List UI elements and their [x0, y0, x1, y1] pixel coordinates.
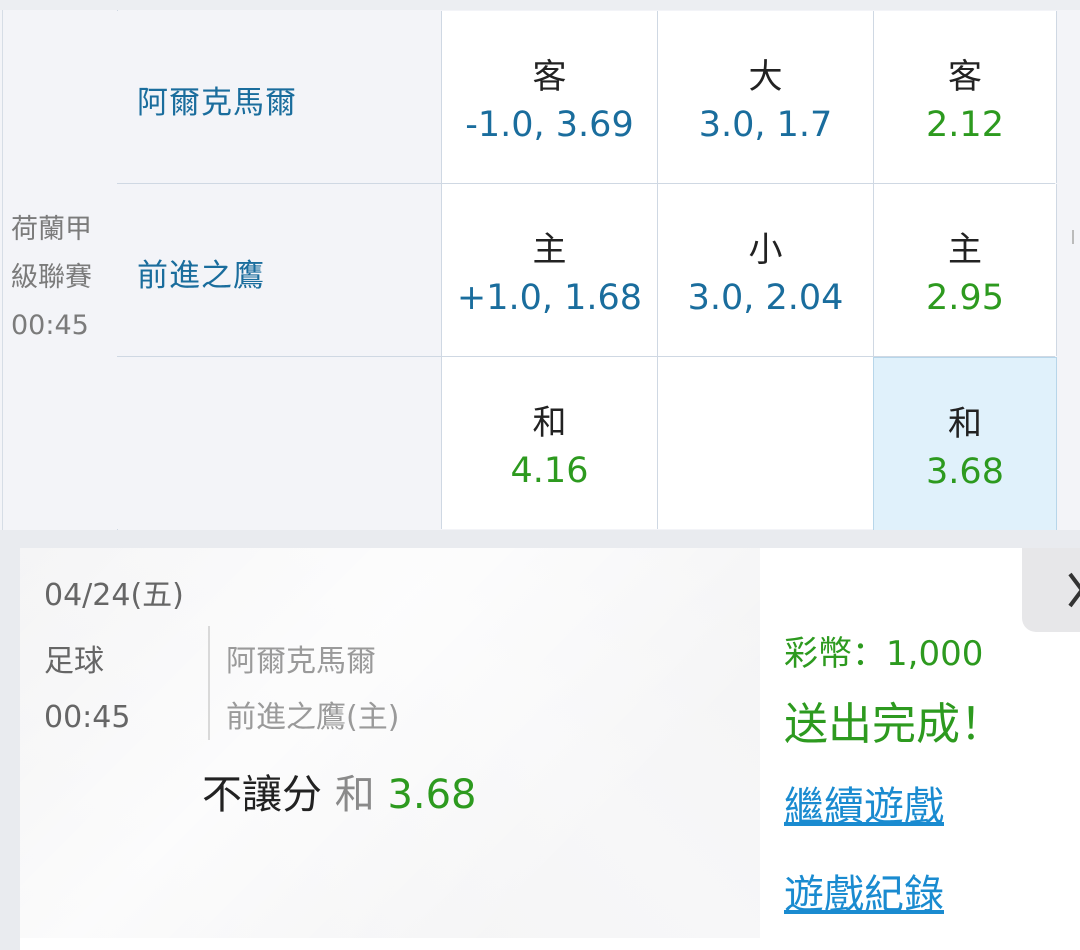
ticket-tear-edge: [20, 938, 760, 950]
cell-label: 和: [948, 404, 982, 444]
cell-odds: 2.12: [926, 105, 1004, 145]
bet-pick: 和: [334, 772, 375, 818]
game-history-link[interactable]: 遊戲紀錄: [784, 862, 944, 920]
draw-handicap-cell[interactable]: 和 4.16: [441, 357, 657, 529]
cell-label: 主: [948, 230, 982, 270]
clipped-column-edge: [1072, 230, 1080, 244]
cell-odds: 3.68: [926, 452, 1004, 492]
cell-odds: -1.0, 3.69: [465, 105, 634, 145]
league-info: 荷蘭甲 級聯賽 00:45: [11, 206, 92, 350]
league-column: 荷蘭甲 級聯賽 00:45: [2, 10, 118, 530]
away-moneyline-cell[interactable]: 客 2.12: [873, 11, 1057, 183]
home-team-name: 前進之鷹: [137, 258, 265, 294]
submit-success-message: 送出完成！: [784, 699, 1004, 750]
cell-odds: +1.0, 1.68: [456, 278, 643, 318]
bet-ticket: 04/24(五) 足球 00:45 阿爾克馬爾 前進之鷹(主) 不讓分 和 3.…: [20, 548, 1080, 950]
ticket-details: 04/24(五) 足球 00:45 阿爾克馬爾 前進之鷹(主) 不讓分 和 3.…: [20, 548, 760, 950]
home-handicap-cell[interactable]: 主 +1.0, 1.68: [441, 184, 657, 356]
ticket-bet-summary: 不讓分 和 3.68: [202, 762, 477, 820]
coin-amount: 彩幣：1,000: [784, 634, 984, 674]
continue-game-link[interactable]: 繼續遊戲: [784, 774, 944, 832]
ticket-sport: 足球: [44, 644, 104, 679]
table-top-border: [0, 0, 1080, 10]
cell-label: 客: [948, 57, 982, 97]
close-button[interactable]: [1022, 548, 1080, 632]
cell-label: 小: [748, 230, 783, 270]
cell-odds: 3.0, 2.04: [687, 278, 844, 318]
cell-label: 主: [532, 230, 567, 270]
cell-odds: 3.0, 1.7: [698, 105, 833, 145]
draw-moneyline-cell-selected[interactable]: 和 3.68: [873, 357, 1057, 531]
ticket-team-away: 阿爾克馬爾: [226, 644, 376, 679]
league-name-line2: 級聯賽: [11, 262, 92, 293]
cell-label: 和: [532, 403, 567, 443]
close-icon: [1068, 572, 1080, 608]
bet-type: 不讓分: [202, 772, 322, 818]
odds-table: 荷蘭甲 級聯賽 00:45 阿爾克馬爾 客 -1.0, 3.69 大 3.0, …: [0, 0, 1080, 531]
odds-row-home: 前進之鷹 主 +1.0, 1.68 小 3.0, 2.04 主 2.95: [117, 184, 1057, 357]
away-team-name: 阿爾克馬爾: [137, 85, 297, 121]
cell-odds: 2.95: [926, 278, 1004, 318]
under-total-cell[interactable]: 小 3.0, 2.04: [657, 184, 873, 356]
ticket-team-home: 前進之鷹(主): [226, 700, 400, 735]
ticket-date: 04/24(五): [44, 578, 184, 613]
ticket-time: 00:45: [44, 700, 131, 735]
league-name-line1: 荷蘭甲: [11, 214, 92, 245]
cell-odds: 4.16: [510, 451, 589, 491]
away-handicap-cell[interactable]: 客 -1.0, 3.69: [441, 11, 657, 183]
odds-row-draw: 和 4.16 和 3.68: [117, 357, 1057, 531]
cell-label: 大: [748, 57, 783, 97]
over-total-cell[interactable]: 大 3.0, 1.7: [657, 11, 873, 183]
cell-label: 客: [532, 57, 567, 97]
odds-row-away: 阿爾克馬爾 客 -1.0, 3.69 大 3.0, 1.7 客 2.12: [117, 11, 1057, 184]
match-time: 00:45: [11, 310, 89, 341]
home-moneyline-cell[interactable]: 主 2.95: [873, 184, 1057, 356]
bet-odds: 3.68: [387, 772, 477, 818]
ticket-divider: [208, 626, 210, 740]
empty-total-cell: [657, 357, 873, 529]
